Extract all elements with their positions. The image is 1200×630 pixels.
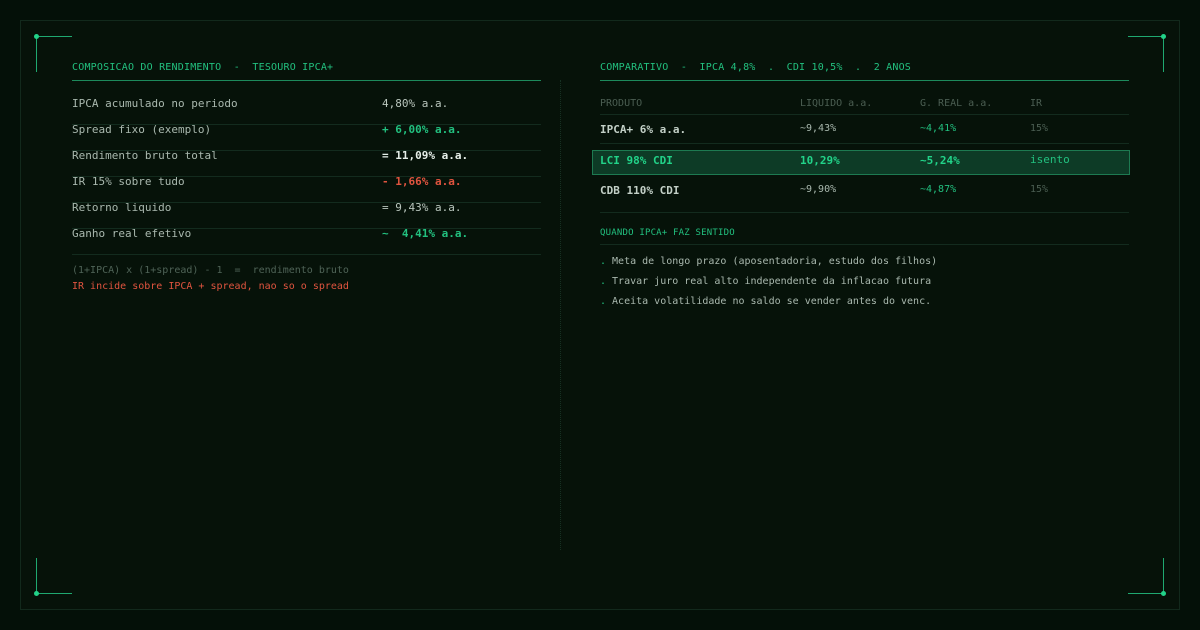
row-real-gain-value: ~ 4,41% a.a. <box>382 227 469 240</box>
row-tax-label: IR 15% sobre tudo <box>72 175 185 188</box>
table-row-ipca-ir: 15% <box>1030 123 1049 134</box>
list-item: . Meta de longo prazo (aposentadoria, est… <box>600 256 937 267</box>
header-separator <box>600 114 1129 115</box>
composition-title: COMPOSICAO DO RENDIMENTO - TESOURO IPCA+ <box>72 62 334 73</box>
table-row-ipca-real: ~4,41% <box>920 123 957 134</box>
row-separator <box>72 254 541 255</box>
table-row-cdb-produto: CDB 110% CDI <box>600 184 680 197</box>
corner-bracket-top-left <box>34 34 72 72</box>
formula-note: (1+IPCA) x (1+spread) - 1 = rendimento b… <box>72 265 349 276</box>
tax-warning: IR incide sobre IPCA + spread, nao so o … <box>72 281 349 292</box>
column-header-ganho-real: G. REAL a.a. <box>920 98 993 109</box>
row-spread-value: + 6,00% a.a. <box>382 123 462 136</box>
table-row-cdb-ir: 15% <box>1030 184 1049 195</box>
table-row-lci-ir: isento <box>1030 153 1070 166</box>
when-title-rule <box>600 244 1129 245</box>
table-row-ipca-produto: IPCA+ 6% a.a. <box>600 123 687 136</box>
comparison-title-rule <box>600 80 1129 81</box>
table-row-lci-real: ~5,24% <box>920 154 960 167</box>
list-item: . Aceita volatilidade no saldo se vender … <box>600 296 931 307</box>
row-gross-label: Rendimento bruto total <box>72 149 218 162</box>
bullet-icon: . <box>600 296 607 307</box>
row-tax-value: - 1,66% a.a. <box>382 175 462 188</box>
composition-title-rule <box>72 80 541 81</box>
list-item-text: Travar juro real alto independente da in… <box>612 276 932 287</box>
row-real-gain-label: Ganho real efetivo <box>72 227 192 240</box>
column-divider <box>560 80 561 550</box>
row-ipca-value: 4,80% a.a. <box>382 97 449 110</box>
list-item-text: Aceita volatilidade no saldo se vender a… <box>612 296 932 307</box>
table-row-lci-liquido: 10,29% <box>800 154 840 167</box>
row-net-label: Retorno liquido <box>72 201 172 214</box>
row-gross-value: = 11,09% a.a. <box>382 149 469 162</box>
row-separator <box>600 143 1129 144</box>
list-item-text: Meta de longo prazo (aposentadoria, estu… <box>612 256 938 267</box>
list-item: . Travar juro real alto independente da i… <box>600 276 931 287</box>
corner-bracket-top-right <box>1128 34 1166 72</box>
bullet-icon: . <box>600 256 607 267</box>
table-row-lci-produto: LCI 98% CDI <box>600 154 673 167</box>
row-ipca-label: IPCA acumulado no periodo <box>72 97 238 110</box>
corner-bracket-bottom-left <box>34 558 72 596</box>
corner-bracket-bottom-right <box>1128 558 1166 596</box>
when-it-makes-sense-title: QUANDO IPCA+ FAZ SENTIDO <box>600 228 735 238</box>
column-header-liquido: LIQUIDO a.a. <box>800 98 873 109</box>
table-row-cdb-real: ~4,87% <box>920 184 957 195</box>
row-net-value: = 9,43% a.a. <box>382 201 462 214</box>
table-row-ipca-liquido: ~9,43% <box>800 123 837 134</box>
row-separator <box>600 212 1129 213</box>
column-header-produto: PRODUTO <box>600 98 643 109</box>
table-row-cdb-liquido: ~9,90% <box>800 184 837 195</box>
row-spread-label: Spread fixo (exemplo) <box>72 123 212 136</box>
comparison-title: COMPARATIVO - IPCA 4,8% . CDI 10,5% . 2 … <box>600 62 912 73</box>
column-header-ir: IR <box>1030 98 1043 109</box>
bullet-icon: . <box>600 276 607 287</box>
